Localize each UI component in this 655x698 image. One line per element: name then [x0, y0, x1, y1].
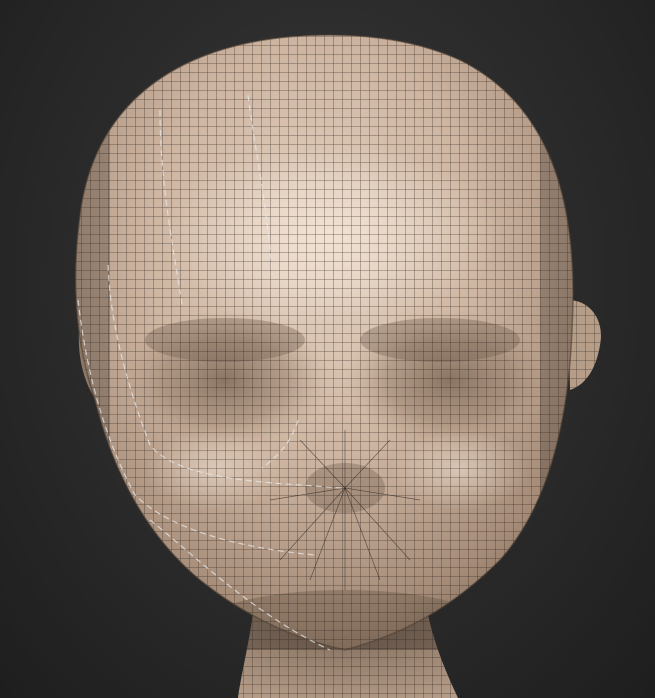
head	[74, 34, 574, 651]
wireframe-grid	[75, 35, 574, 650]
head-render	[74, 34, 601, 698]
viewport-3d[interactable]	[0, 0, 655, 698]
